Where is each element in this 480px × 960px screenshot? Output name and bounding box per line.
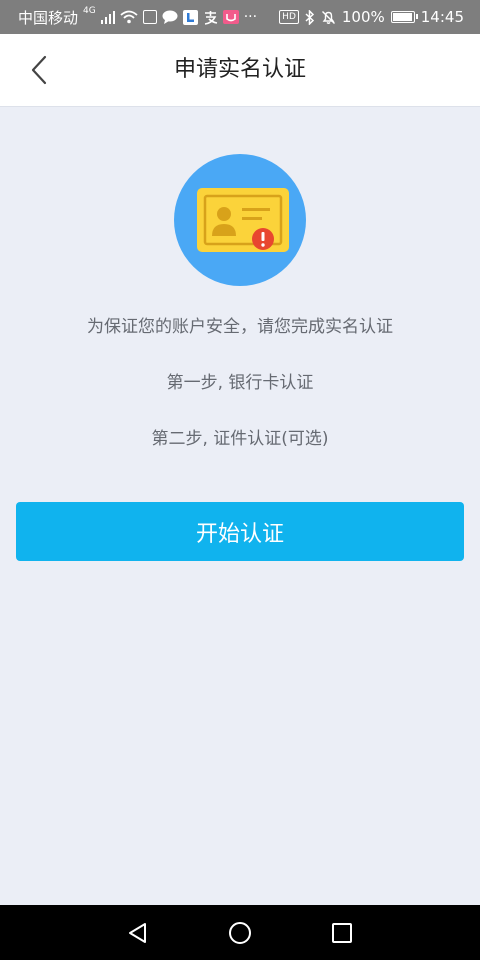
system-nav-bar [0,905,480,960]
more-notifications-icon: ··· [243,9,258,25]
network-type: 4G [83,6,96,16]
status-time: 14:45 [420,8,464,26]
step-two-text: 第二步, 证件认证(可选) [151,429,329,449]
nav-home-button[interactable] [210,905,270,960]
app-header: 申请实名认证 [0,34,480,107]
circle-home-icon [229,921,251,944]
bluetooth-icon [305,9,314,25]
app-l-icon [182,9,198,25]
signal-icon [100,11,115,24]
message-icon [162,10,178,24]
battery-level [392,13,412,21]
mute-icon [321,10,335,24]
alipay-icon [204,10,217,25]
hd-badge: HD [279,10,299,24]
id-card-warning-icon [174,154,306,286]
status-right: HD 100% 14:45 [279,0,464,34]
battery-percent: 100% [341,8,385,26]
wifi-icon [120,10,138,24]
triangle-back-icon [129,922,146,943]
shop-icon [222,10,239,24]
start-verification-button[interactable]: 开始认证 [16,502,464,561]
step-one-text: 第一步, 银行卡认证 [166,373,314,393]
status-left: 中国移动 4G ··· [18,0,257,34]
image-notification-icon [142,10,157,24]
nav-recent-button[interactable] [312,905,372,960]
page-title: 申请实名认证 [173,57,306,82]
nav-back-button[interactable] [108,905,168,960]
status-bar: 中国移动 4G ··· HD 100% 14:45 [0,0,480,34]
instruction-text: 为保证您的账户安全，请您完成实名认证 [87,317,393,337]
screen: 中国移动 4G ··· HD 100% 14:45 申请实名认证 为保证您的账户… [0,0,480,960]
battery-icon [390,11,418,23]
carrier-name: 中国移动 [18,8,79,27]
square-recent-icon [332,922,352,943]
